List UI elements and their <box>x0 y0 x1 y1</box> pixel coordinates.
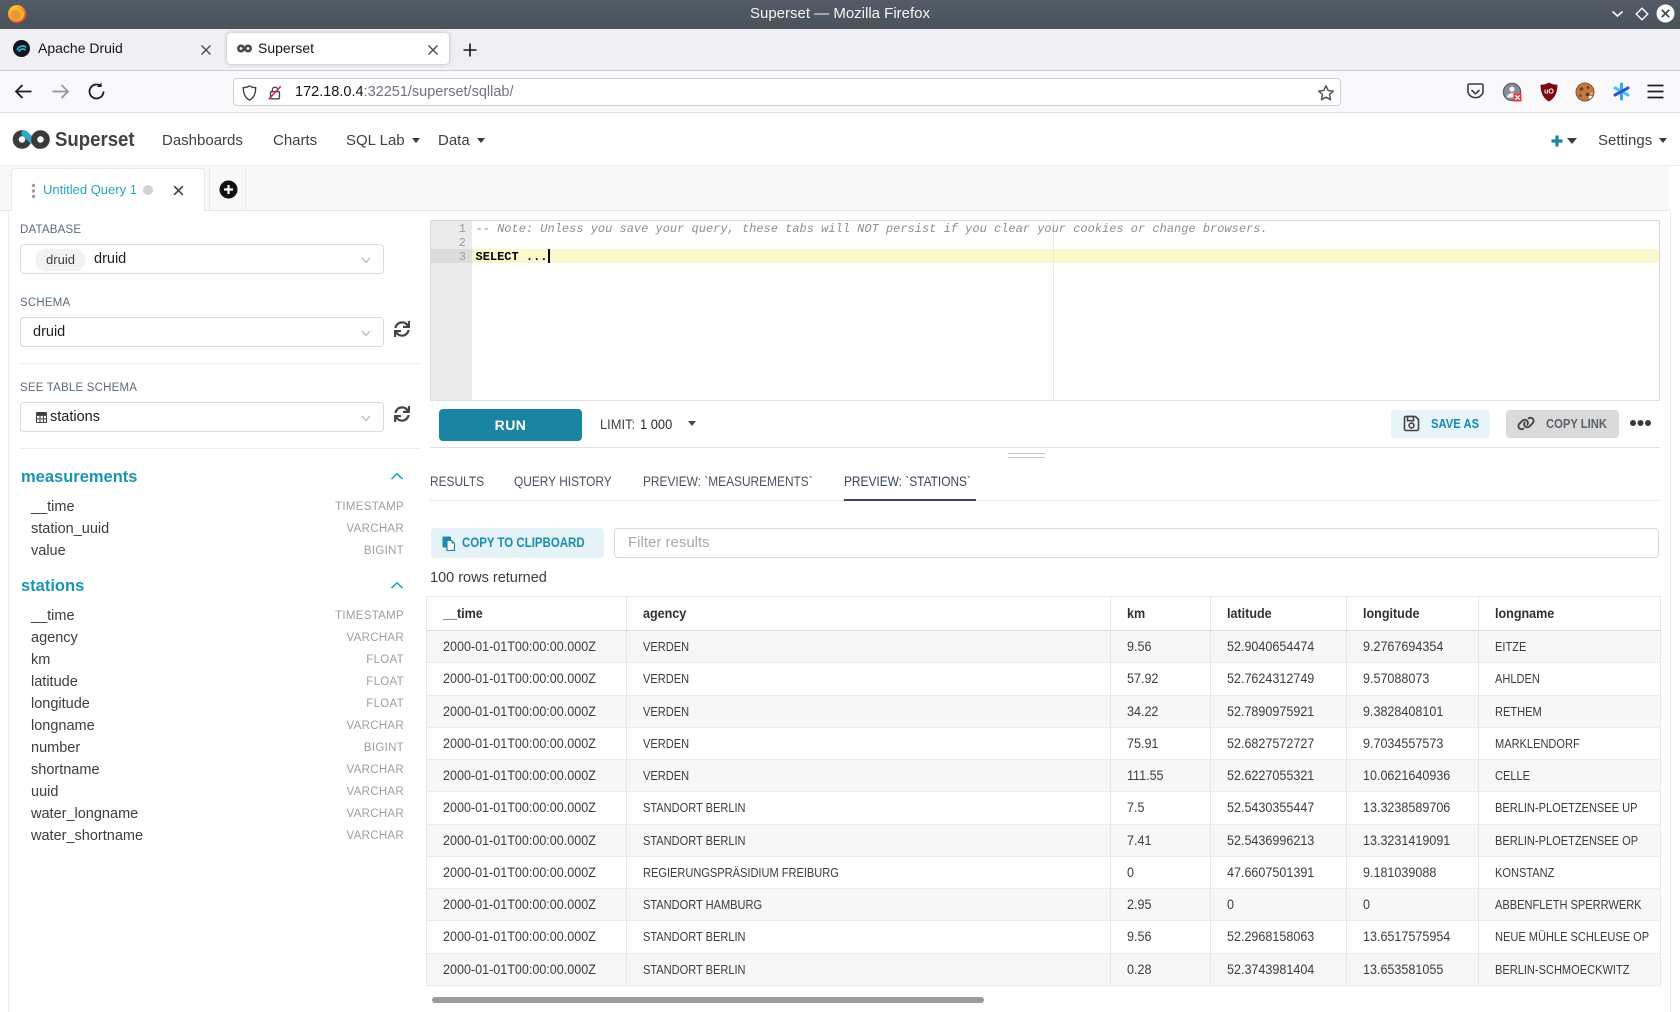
svg-text:uO: uO <box>1544 89 1554 96</box>
